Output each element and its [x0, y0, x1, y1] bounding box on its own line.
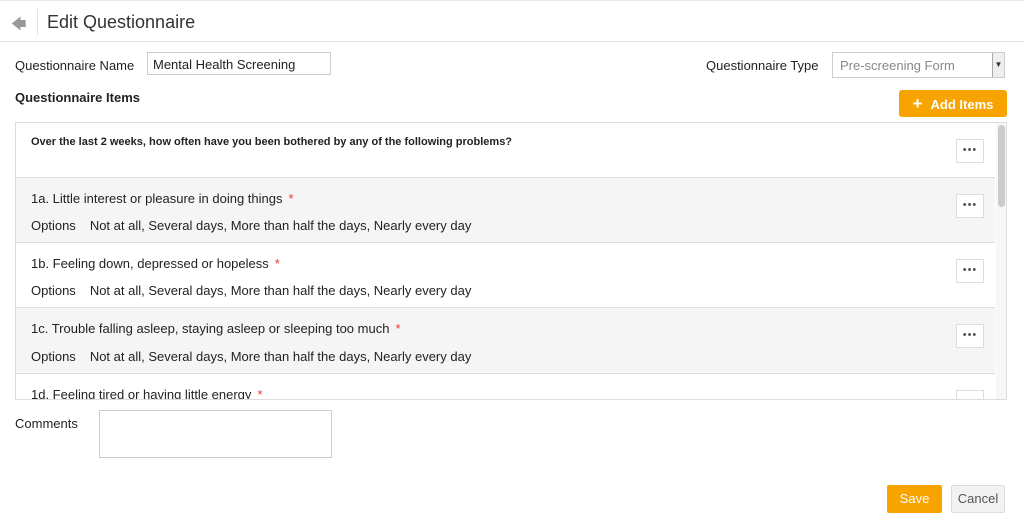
add-items-label: Add Items	[930, 97, 994, 112]
more-options-button[interactable]: •••	[956, 139, 984, 163]
item-question: 1d. Feeling tired or having little energ…	[31, 387, 263, 400]
questionnaire-type-select[interactable]: Pre-screening Form ▼	[832, 52, 1005, 78]
divider	[37, 9, 38, 35]
page-header: 🡄 Edit Questionnaire	[0, 0, 1024, 42]
item-question: Over the last 2 weeks, how often have yo…	[31, 136, 513, 148]
questionnaire-items-list: Over the last 2 weeks, how often have yo…	[15, 122, 1007, 400]
save-button[interactable]: Save	[887, 485, 942, 513]
list-item: 1a. Little interest or pleasure in doing…	[16, 178, 995, 243]
list-item: 1d. Feeling tired or having little energ…	[16, 374, 995, 400]
questionnaire-name-label: Questionnaire Name	[15, 58, 135, 73]
list-item: Over the last 2 weeks, how often have yo…	[16, 123, 995, 178]
page-title: Edit Questionnaire	[47, 12, 196, 32]
item-options: Options Not at all, Several days, More th…	[31, 218, 472, 233]
comments-textarea[interactable]	[99, 410, 332, 458]
more-options-button[interactable]: •••	[956, 324, 984, 348]
questionnaire-type-value: Pre-screening Form	[840, 58, 955, 73]
item-question: 1b. Feeling down, depressed or hopeless *	[31, 256, 280, 271]
list-item: 1c. Trouble falling asleep, staying asle…	[16, 308, 995, 374]
item-question: 1c. Trouble falling asleep, staying asle…	[31, 321, 401, 336]
more-options-button[interactable]: •••	[956, 194, 984, 218]
more-options-button[interactable]: •••	[956, 259, 984, 283]
item-question: 1a. Little interest or pleasure in doing…	[31, 191, 294, 206]
cancel-button[interactable]: Cancel	[951, 485, 1005, 513]
questionnaire-name-input[interactable]: Mental Health Screening	[147, 52, 331, 75]
questionnaire-type-label: Questionnaire Type	[706, 58, 819, 73]
list-item: 1b. Feeling down, depressed or hopeless *…	[16, 243, 995, 308]
scrollbar-thumb[interactable]	[998, 125, 1005, 207]
scrollbar[interactable]	[996, 123, 1006, 399]
item-options: Options Not at all, Several days, More th…	[31, 349, 472, 364]
item-options: Options Not at all, Several days, More th…	[31, 283, 472, 298]
plus-icon: +	[912, 94, 923, 113]
add-items-button[interactable]: + Add Items	[899, 90, 1007, 117]
back-arrow-icon[interactable]: 🡄	[11, 14, 27, 39]
more-options-button[interactable]	[956, 390, 984, 399]
chevron-down-icon: ▼	[992, 53, 1004, 77]
comments-label: Comments	[15, 416, 78, 431]
questionnaire-items-label: Questionnaire Items	[15, 90, 140, 105]
